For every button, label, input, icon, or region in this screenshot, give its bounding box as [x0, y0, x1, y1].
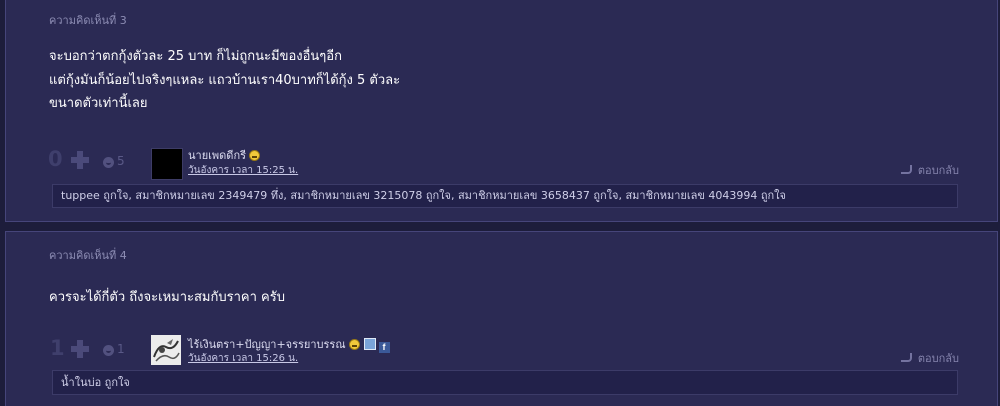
author-line: นายเพดดีกรี	[188, 146, 261, 164]
emotion-icon[interactable]	[103, 157, 114, 168]
author-name[interactable]: ไร้เงินตรา+ปัญญา+จรรยาบรรณ	[188, 338, 346, 351]
plus-icon[interactable]	[71, 340, 89, 358]
avatar-image	[151, 335, 181, 365]
smile-emoji-icon	[348, 339, 360, 350]
plus-icon[interactable]	[71, 151, 89, 169]
vote-score: 1	[50, 336, 65, 360]
comment-number: ความคิดเห็นที่ 4	[49, 249, 127, 262]
reply-label: ตอบกลับ	[917, 164, 959, 177]
avatar[interactable]	[151, 148, 183, 180]
reply-arrow-icon	[900, 165, 912, 174]
reply-label: ตอบกลับ	[917, 352, 959, 365]
post-time[interactable]: วันอังคาร เวลา 15:26 น.	[188, 351, 298, 366]
emotion-list: น้ำในบ่อ ถูกใจ	[52, 370, 958, 395]
comment-line: ควรจะได้กี่ตัว ถึงจะเหมาะสมกับราคา ครับ	[49, 290, 285, 305]
emotion-icon[interactable]	[103, 345, 114, 356]
reply-arrow-icon	[900, 353, 912, 362]
comment-line: จะบอกว่าตกกุ้งตัวละ 25 บาท ก็ไม่ถูกนะมีข…	[49, 49, 342, 64]
author-name[interactable]: นายเพดดีกรี	[188, 149, 246, 162]
comment-card: ความคิดเห็นที่ 4 ควรจะได้กี่ตัว ถึงจะเหม…	[5, 231, 998, 406]
comment-line: แต่กุ้งมันก็น้อยไปจริงๆแหละ แถวบ้านเรา40…	[49, 72, 401, 88]
comment-body: จะบอกว่าตกกุ้งตัวละ 25 บาท ก็ไม่ถูกนะมีข…	[49, 45, 400, 116]
comment-card: ความคิดเห็นที่ 3 จะบอกว่าตกกุ้งตัวละ 25 …	[5, 0, 998, 222]
comment-number: ความคิดเห็นที่ 3	[49, 14, 127, 27]
blog-badge-icon[interactable]	[363, 338, 376, 350]
avatar[interactable]	[151, 335, 181, 365]
vote-score: 0	[48, 147, 63, 171]
emotion-count: 5	[117, 154, 125, 168]
comments-page: ความคิดเห็นที่ 3 จะบอกว่าตกกุ้งตัวละ 25 …	[0, 0, 1000, 406]
post-time[interactable]: วันอังคาร เวลา 15:25 น.	[188, 163, 298, 178]
reply-button[interactable]: ตอบกลับ	[900, 349, 959, 367]
facebook-badge-icon[interactable]: f	[378, 342, 390, 353]
smile-emoji-icon	[249, 150, 261, 161]
comment-body: ควรจะได้กี่ตัว ถึงจะเหมาะสมกับราคา ครับ	[49, 286, 285, 310]
comment-line: ขนาดตัวเท่านี้เลย	[49, 96, 148, 111]
reply-button[interactable]: ตอบกลับ	[900, 161, 959, 179]
emotion-count: 1	[117, 342, 125, 356]
emotion-list: tuppee ถูกใจ, สมาชิกหมายเลข 2349479 ทึ่ง…	[52, 184, 958, 208]
